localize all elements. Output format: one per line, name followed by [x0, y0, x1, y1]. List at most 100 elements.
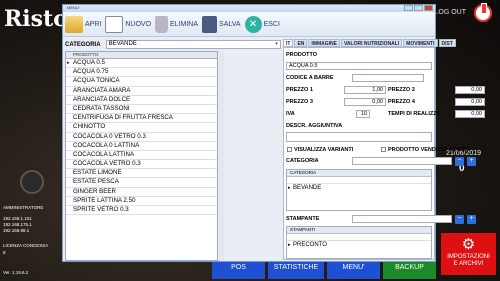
steering-wheel-icon — [20, 170, 44, 194]
statistiche-button[interactable]: STATISTICHE — [268, 262, 324, 279]
peso-checkbox[interactable] — [381, 147, 386, 152]
product-row[interactable]: SPRITE VETRO 0.3 — [66, 206, 217, 216]
barcode-label: CODICE A BARRE — [286, 75, 334, 81]
toolbar: APRI NUOVO ELIMINA SALVA ✕ ESCI — [63, 12, 435, 37]
salva-button[interactable]: SALVA — [202, 15, 241, 33]
descr-label: DESCR. AGGIUNTIVA — [286, 123, 343, 129]
category-grid-filter-row — [287, 177, 431, 184]
product-row[interactable]: ACQUA 0.5 — [66, 59, 217, 69]
tab-en[interactable]: EN — [294, 39, 308, 47]
prodotto-label: PRODOTTO — [286, 52, 318, 58]
printer-grid-row[interactable]: PRECONTO — [287, 241, 431, 250]
new-document-icon — [105, 15, 124, 33]
barcode-field[interactable] — [352, 74, 424, 82]
logout-button[interactable]: LOG OUT — [434, 9, 466, 16]
category-label: CATEGORIA — [65, 41, 101, 48]
admin-label: AMMINISTRATORE — [3, 205, 44, 210]
product-list-scrollbar[interactable] — [219, 51, 224, 261]
stampante-label: STAMPANTE — [286, 216, 320, 222]
varianti-checkbox[interactable] — [287, 147, 292, 152]
tab-immagine[interactable]: IMMAGINE — [308, 39, 340, 47]
product-row[interactable]: ESTATE LIMONE — [66, 169, 217, 179]
product-row[interactable]: GINGER BEER — [66, 188, 217, 197]
product-row[interactable]: ACQUA 0.75 — [66, 68, 217, 78]
category-select[interactable]: BEVANDE ▾ — [105, 40, 281, 49]
tab-movimenti[interactable]: MOVIMENTI — [403, 39, 438, 47]
remove-printer-button[interactable]: − — [455, 215, 464, 224]
category-grid-row[interactable]: BEVANDE — [287, 184, 431, 193]
elimina-button[interactable]: ELIMINA — [155, 15, 199, 33]
settings-label: IMPOSTAZIONI E ARCHIVI — [447, 254, 490, 267]
maximize-icon[interactable] — [414, 5, 423, 11]
printer-grid-header: STAMPANTI — [287, 227, 431, 234]
gear-icon: ⚙ — [461, 236, 476, 253]
folder-icon — [65, 15, 83, 33]
prezzo1-field[interactable]: 1,00 — [344, 86, 386, 94]
descr-field[interactable] — [286, 132, 432, 142]
prezzo3-label: PREZZO 3 — [286, 99, 313, 105]
product-row[interactable]: CEDRATA TASSONI — [66, 105, 217, 115]
product-list-header: PRODOTTO — [66, 52, 217, 59]
printer-grid: STAMPANTI PRECONTO — [286, 226, 432, 259]
pos-button[interactable]: POS — [212, 262, 265, 279]
tab-valori-nutrizionali[interactable]: VALORI NUTRIZIONALI — [340, 39, 403, 47]
product-row[interactable]: CENTRIFUGA DI FRUTTA FRESCA — [66, 114, 217, 124]
backup-button[interactable]: BACKUP — [383, 262, 436, 279]
tempi-field[interactable]: 0,00 — [455, 110, 485, 118]
tab-it[interactable]: IT — [283, 39, 294, 47]
tempi-label: TEMPI DI REALIZZO — [388, 111, 441, 117]
salva-label: SALVA — [219, 20, 241, 28]
category-filter: CATEGORIA BEVANDE ▾ — [65, 39, 281, 50]
apri-label: APRI — [85, 20, 102, 28]
detail-panel: PRODOTTO ACQUA 0.5 CODICE A BARRE PREZZO… — [283, 47, 485, 260]
menu-button[interactable]: MENU' — [327, 262, 380, 279]
apri-button[interactable]: APRI — [65, 15, 102, 33]
power-icon[interactable] — [474, 3, 492, 22]
app-logo: Risto — [4, 6, 68, 32]
nuovo-button[interactable]: NUOVO — [105, 15, 151, 33]
printer-grid-filter-row — [287, 234, 431, 241]
prezzo2-field[interactable]: 0,00 — [455, 86, 485, 94]
prezzo4-label: PREZZO 4 — [388, 99, 415, 105]
product-row[interactable]: CHINOTTO — [66, 123, 217, 133]
product-row[interactable]: COCACOLA LATTINA — [66, 151, 217, 161]
categoria-select[interactable] — [352, 157, 452, 165]
prezzo4-field[interactable]: 0,00 — [455, 98, 485, 106]
menu-window: MENU' APRI NUOVO ELIMINA SALVA ✕ ESCI CAT… — [62, 4, 485, 262]
add-category-button[interactable]: + — [467, 157, 476, 166]
save-icon — [202, 15, 218, 33]
license-value: 8 — [3, 250, 6, 255]
window-controls — [404, 5, 433, 11]
iva-select[interactable]: 10 — [356, 110, 370, 118]
product-detail: IT EN IMMAGINE VALORI NUTRIZIONALI MOVIMENTI… — [283, 39, 485, 261]
minimize-icon[interactable] — [404, 5, 413, 11]
settings-button[interactable]: ⚙ IMPOSTAZIONI E ARCHIVI — [441, 233, 496, 275]
esci-label: ESCI — [263, 20, 280, 28]
product-row[interactable]: COCACOLA VETRO 0.3 — [66, 160, 217, 170]
product-row[interactable]: ESTATE PESCA — [66, 178, 217, 188]
product-row[interactable]: ARANCIATA DOLCE — [66, 96, 217, 105]
stampante-select[interactable] — [352, 215, 452, 223]
window-title: MENU' — [67, 5, 80, 10]
peso-label: PRODOTTO VENDUTO A PESO — [388, 147, 470, 153]
category-grid: CATEGORIA BEVANDE — [286, 169, 432, 211]
add-printer-button[interactable]: + — [467, 215, 476, 224]
product-list: PRODOTTO ACQUA 0.5ACQUA 0.75ACQUA TONICA… — [65, 51, 218, 261]
close-icon[interactable] — [424, 5, 433, 11]
ip-address: 192.168.98.1 — [3, 228, 30, 233]
prodotto-field[interactable]: ACQUA 0.5 — [286, 62, 432, 70]
prezzo3-field[interactable]: 0,00 — [344, 98, 386, 106]
category-value: BEVANDE — [108, 41, 137, 47]
esci-button[interactable]: ✕ ESCI — [244, 15, 280, 33]
elimina-label: ELIMINA — [170, 20, 199, 28]
tab-dist[interactable]: DIST — [438, 39, 456, 47]
varianti-label: VISUALIZZA VARIANTI — [294, 147, 354, 153]
product-row[interactable]: ARANCIATA AMARA — [66, 87, 217, 96]
prezzo2-label: PREZZO 2 — [388, 87, 415, 93]
product-row[interactable]: COCACOLA 0 LATTINA — [66, 142, 217, 151]
remove-category-button[interactable]: − — [455, 157, 464, 166]
product-row[interactable]: ACQUA TONICA — [66, 77, 217, 87]
product-row[interactable]: COCACOLA 0 VETRO 0.3 — [66, 133, 217, 142]
product-row[interactable]: SPRITE LATTINA 2.50 — [66, 197, 217, 206]
categoria-label: CATEGORIA — [286, 158, 319, 164]
